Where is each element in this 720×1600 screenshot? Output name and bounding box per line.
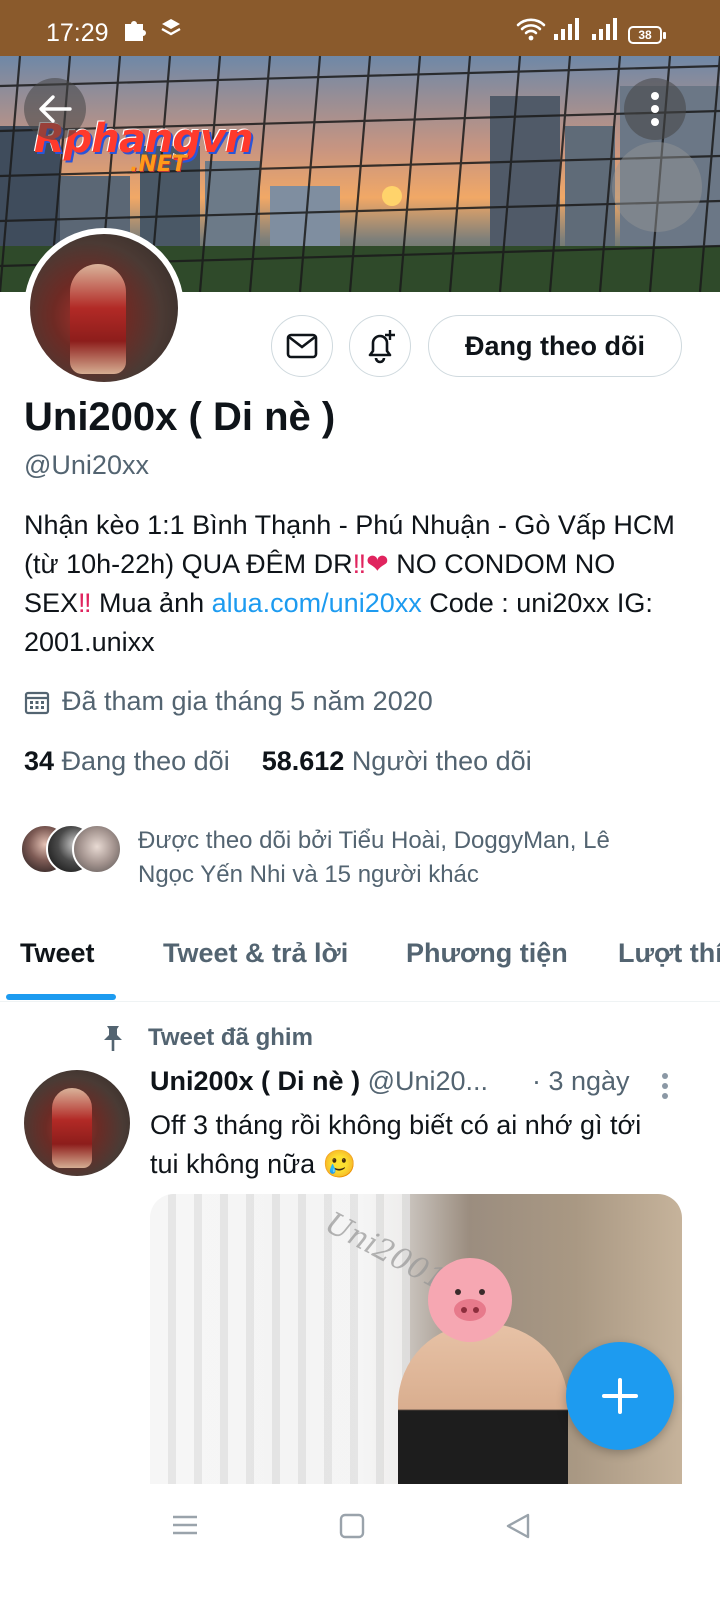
calendar-icon xyxy=(24,691,50,714)
following-button[interactable]: Đang theo dõi xyxy=(428,315,682,377)
status-time: 17:29 xyxy=(46,19,109,47)
bio-link[interactable]: alua.com/uni20xx xyxy=(212,588,422,618)
tweet-header: Uni200x ( Di nè ) @Uni20... xyxy=(150,1066,488,1097)
tweet-text: Off 3 tháng rồi không biết có ai nhớ gì … xyxy=(150,1110,642,1179)
tweet-menu-button[interactable] xyxy=(660,1072,670,1105)
following-stat[interactable]: 34 Đang theo dõi xyxy=(24,746,230,777)
double-exclamation-icon: ‼ xyxy=(352,549,367,579)
bell-plus-icon xyxy=(368,330,395,364)
tab-media[interactable]: Phương tiện xyxy=(406,938,568,969)
profile-tabs: Tweet Tweet & trả lời Phương tiện Lượt t… xyxy=(0,920,720,1002)
follower-avatar-3 xyxy=(72,824,122,874)
red-heart-icon: ❤ xyxy=(366,549,389,579)
followers-stat[interactable]: 58.612 Người theo dõi xyxy=(262,746,532,777)
user-handle: @Uni20xx xyxy=(24,450,149,480)
pinned-label: Tweet đã ghim xyxy=(148,1024,313,1051)
more-vertical-icon-tweet xyxy=(662,1073,668,1099)
arrow-left-icon xyxy=(39,95,72,123)
pig-face-icon xyxy=(428,1258,512,1342)
square-icon xyxy=(339,1513,365,1539)
profile-avatar[interactable] xyxy=(24,228,184,388)
battery-icon: 38 xyxy=(628,26,666,44)
profile-bio: Nhận kèo 1:1 Bình Thạnh - Phú Nhuận - Gò… xyxy=(24,506,684,662)
followed-by-text: Được theo dõi bởi Tiểu Hoài, DoggyMan, L… xyxy=(138,827,610,888)
media-figure xyxy=(398,1324,568,1484)
envelope-icon xyxy=(286,333,318,359)
layers-icon xyxy=(160,16,182,45)
avatar-figure xyxy=(70,264,126,374)
tweet-author-handle[interactable]: @Uni20... xyxy=(368,1066,488,1096)
tab-tweets[interactable]: Tweet xyxy=(20,938,95,969)
plus-icon xyxy=(602,1378,638,1414)
notifications-button[interactable] xyxy=(349,315,411,377)
tweet-avatar[interactable] xyxy=(24,1070,130,1176)
wifi-icon xyxy=(516,16,546,47)
following-label: Đang theo dõi xyxy=(61,746,230,776)
recent-apps-button[interactable] xyxy=(170,1512,200,1543)
tweet-timestamp: · 3 ngày xyxy=(532,1066,630,1096)
status-bar: 17:29 38 xyxy=(0,0,720,56)
more-vertical-icon xyxy=(651,92,659,126)
site-watermark-sub: .NET xyxy=(130,152,187,177)
follow-stats: 34 Đang theo dõi 58.612 Người theo dõi xyxy=(24,746,532,777)
joined-text: Đã tham gia tháng 5 năm 2020 xyxy=(62,686,433,716)
tab-tweets-replies[interactable]: Tweet & trả lời xyxy=(163,938,348,969)
bio-text-3: Mua ảnh xyxy=(91,588,212,618)
pinned-label-row: Tweet đã ghim xyxy=(100,1024,313,1052)
compose-tweet-button[interactable] xyxy=(566,1342,674,1450)
signal-icon xyxy=(552,16,580,47)
message-button[interactable] xyxy=(271,315,333,377)
pin-icon xyxy=(104,1026,122,1051)
double-exclamation-icon-2: ‼ xyxy=(78,588,92,618)
system-nav-bar xyxy=(0,1484,720,1600)
floating-assistive-button[interactable] xyxy=(612,142,702,232)
menu-lines-icon xyxy=(173,1515,197,1535)
followed-by[interactable]: Được theo dõi bởi Tiểu Hoài, DoggyMan, L… xyxy=(20,824,658,892)
active-tab-indicator xyxy=(6,994,116,1000)
following-count: 34 xyxy=(24,746,55,776)
followers-label: Người theo dõi xyxy=(351,746,532,776)
home-button[interactable] xyxy=(338,1512,366,1545)
followers-count: 58.612 xyxy=(261,746,345,776)
triangle-back-icon xyxy=(506,1513,530,1539)
more-options-button[interactable] xyxy=(624,78,686,140)
puzzle-icon xyxy=(122,16,148,47)
system-back-button[interactable] xyxy=(504,1512,532,1545)
tab-likes[interactable]: Lượt thích xyxy=(618,938,720,969)
joined-date: Đã tham gia tháng 5 năm 2020 xyxy=(24,686,433,717)
back-button[interactable] xyxy=(24,78,86,140)
display-name: Uni200x ( Di nè ) xyxy=(24,395,336,439)
tweet-author-name[interactable]: Uni200x ( Di nè ) xyxy=(150,1066,360,1096)
signal-icon-2 xyxy=(590,16,618,47)
tweet-avatar-figure xyxy=(52,1088,92,1168)
